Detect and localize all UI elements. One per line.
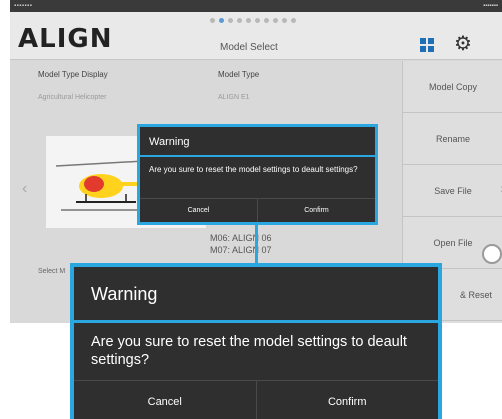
confirm-button[interactable]: Confirm <box>255 381 439 419</box>
model-type-label: Model Type <box>218 70 260 79</box>
save-file-button[interactable]: Save File <box>403 165 502 217</box>
zoom-connector <box>255 225 258 265</box>
page-dot[interactable] <box>219 18 224 23</box>
page-dot[interactable] <box>210 18 215 23</box>
grid-cell <box>420 46 426 52</box>
page-dot[interactable] <box>237 18 242 23</box>
dialog-divider <box>140 155 375 157</box>
page-dot[interactable] <box>264 18 269 23</box>
page-dot[interactable] <box>291 18 296 23</box>
status-left: ▪▪▪▪▪▪▪ <box>14 3 33 9</box>
page-dot[interactable] <box>282 18 287 23</box>
list-item[interactable]: M07: ALIGN 07 <box>210 244 272 256</box>
dialog-title: Warning <box>91 284 158 304</box>
top-bar: ALIGN Model Select ⚙ <box>10 12 502 60</box>
select-model-label: Select M <box>38 268 66 275</box>
dialog-message: Are you sure to reset the model settings… <box>91 334 407 368</box>
page-indicator <box>210 18 296 23</box>
dialog-message: Are you sure to reset the model settings… <box>149 165 358 174</box>
page-dot[interactable] <box>255 18 260 23</box>
cancel-button[interactable]: Cancel <box>140 199 257 222</box>
floating-toggle[interactable] <box>482 244 502 264</box>
model-list: M06: ALIGN 06 M07: ALIGN 07 <box>210 232 272 256</box>
gear-icon[interactable]: ⚙ <box>454 34 474 54</box>
grid-cell <box>420 38 426 44</box>
grid-cell <box>428 38 434 44</box>
page-dot[interactable] <box>228 18 233 23</box>
dialog-button-bar: Cancel Confirm <box>140 198 375 222</box>
warning-dialog-small: Warning Are you sure to reset the model … <box>137 124 378 225</box>
cancel-button[interactable]: Cancel <box>74 381 256 419</box>
confirm-button[interactable]: Confirm <box>257 199 375 222</box>
model-copy-button[interactable]: Model Copy <box>403 61 502 113</box>
dialog-button-bar: Cancel Confirm <box>74 380 438 419</box>
grid-cell <box>428 46 434 52</box>
page-dot[interactable] <box>273 18 278 23</box>
page-dot[interactable] <box>246 18 251 23</box>
screen-title: Model Select <box>220 42 278 53</box>
align-logo: ALIGN <box>18 24 113 54</box>
dialog-divider <box>74 320 438 323</box>
warning-dialog-zoomed: Warning Are you sure to reset the model … <box>70 263 442 419</box>
chevron-left-icon[interactable]: ‹ <box>22 180 27 198</box>
rename-button[interactable]: Rename <box>403 113 502 165</box>
status-bar: ▪▪▪▪▪▪▪ ▪▪▪▪▪▪▪ <box>10 0 502 12</box>
list-item[interactable]: M06: ALIGN 06 <box>210 232 272 244</box>
model-type-value[interactable]: ALIGN E1 <box>218 94 250 101</box>
model-type-display-label: Model Type Display <box>38 70 108 79</box>
grid-icon[interactable] <box>420 38 434 52</box>
screenshot-stage: ▪▪▪▪▪▪▪ ▪▪▪▪▪▪▪ ALIGN Model Select ⚙ Mod… <box>0 0 502 419</box>
status-right: ▪▪▪▪▪▪▪ <box>483 3 498 9</box>
model-type-display-value[interactable]: Agricultural Helicopter <box>38 94 106 101</box>
dialog-title: Warning <box>149 136 190 148</box>
